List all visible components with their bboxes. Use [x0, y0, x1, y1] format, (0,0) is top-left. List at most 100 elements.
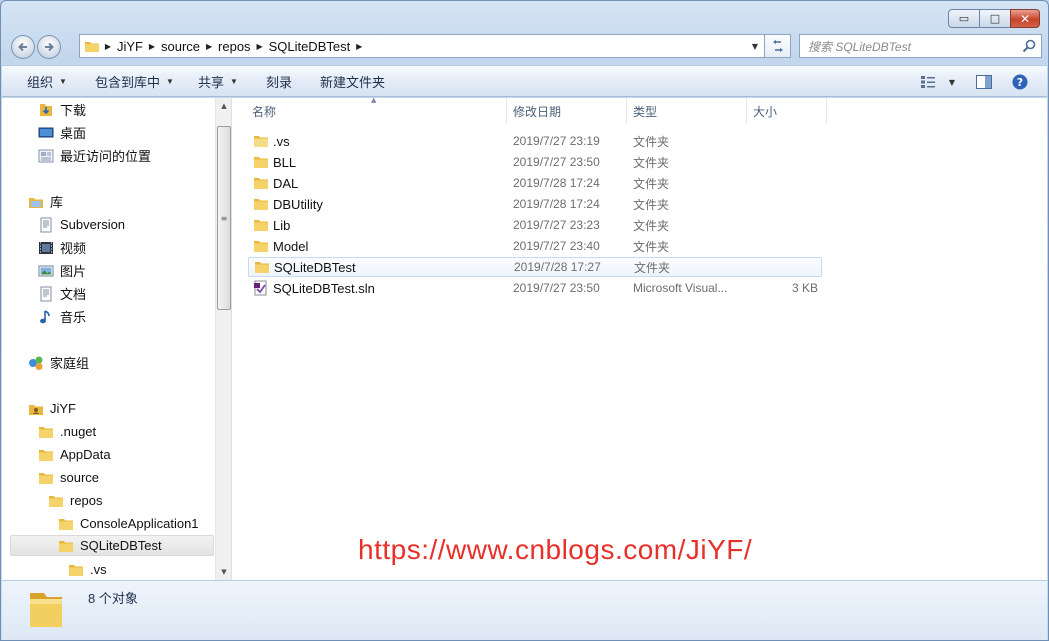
caption-buttons: ▭ □ ✕: [948, 9, 1040, 28]
breadcrumb-separator-icon[interactable]: ▶: [100, 42, 116, 51]
file-row[interactable]: BLL 2019/7/27 23:50 文件夹: [248, 152, 822, 172]
breadcrumb-separator-icon[interactable]: ▶: [144, 42, 160, 51]
file-row[interactable]: Model 2019/7/27 23:40 文件夹: [248, 236, 822, 256]
nav-item-label: ConsoleApplication1: [80, 516, 199, 531]
nav-item-libraries[interactable]: 库: [28, 191, 63, 212]
burn-label: 刻录: [266, 75, 293, 90]
nav-item-label: 库: [50, 195, 64, 210]
refresh-button[interactable]: [765, 34, 791, 58]
include-in-library-menu[interactable]: 包含到库中 ▼: [95, 66, 174, 97]
file-row[interactable]: DBUtility 2019/7/28 17:24 文件夹: [248, 194, 822, 214]
address-bar[interactable]: ▶ JiYF ▶ source ▶ repos ▶ SQLiteDBTest ▶…: [79, 34, 765, 58]
column-headers: ▲ 名称 修改日期 类型 大小: [233, 96, 833, 124]
nav-item-nuget[interactable]: .nuget: [38, 421, 96, 442]
file-type: 文件夹: [634, 260, 671, 275]
scroll-up-icon[interactable]: ▲: [216, 98, 231, 114]
scroll-down-icon[interactable]: ▼: [216, 564, 231, 580]
libraries-icon: [28, 194, 44, 210]
search-input[interactable]: 搜索 SQLiteDBTest: [808, 38, 1022, 55]
folder-icon: [253, 217, 269, 233]
folder-icon: [85, 42, 99, 52]
breadcrumb-separator-icon[interactable]: ▶: [252, 42, 268, 51]
maximize-button[interactable]: □: [979, 9, 1011, 28]
minimize-button[interactable]: ▭: [948, 9, 980, 28]
breadcrumb-item[interactable]: repos: [217, 39, 252, 54]
nav-pane-scrollbar[interactable]: ▲ ≡ ▼: [215, 98, 231, 580]
folder-icon: [30, 593, 62, 627]
details-pane: 8 个对象: [2, 580, 1047, 640]
file-row[interactable]: .vs 2019/7/27 23:19 文件夹: [248, 131, 822, 151]
nav-item-appdata[interactable]: AppData: [38, 444, 111, 465]
nav-item-source[interactable]: source: [38, 467, 99, 488]
share-menu[interactable]: 共享 ▼: [198, 66, 238, 97]
back-arrow-icon: [18, 42, 27, 52]
file-date: 2019/7/27 23:23: [513, 218, 600, 232]
change-view-button[interactable]: ▼: [918, 71, 958, 93]
nav-item-documents[interactable]: 文档: [38, 283, 86, 304]
folder-icon: [58, 516, 74, 532]
file-name: Model: [273, 238, 309, 254]
picture-library-icon: [38, 263, 54, 279]
back-button[interactable]: [11, 35, 35, 59]
column-header-date[interactable]: 修改日期: [507, 98, 627, 124]
nav-item-label: Subversion: [60, 217, 126, 232]
nav-item-homegroup[interactable]: 家庭组: [28, 352, 89, 373]
nav-item-user-jiyf[interactable]: JiYF: [28, 398, 76, 419]
nav-item-consoleapplication1[interactable]: ConsoleApplication1: [58, 513, 199, 534]
nav-item-sqlitedbtest[interactable]: SQLiteDBTest: [10, 535, 214, 556]
folder-icon: [253, 238, 269, 254]
breadcrumb-item[interactable]: JiYF: [116, 39, 144, 54]
column-header-name[interactable]: 名称: [246, 98, 507, 124]
nav-item-subversion[interactable]: Subversion: [38, 214, 125, 235]
user-folder-icon: [28, 401, 44, 417]
nav-item-label: 家庭组: [50, 356, 90, 371]
help-button[interactable]: ?: [1008, 71, 1032, 93]
scrollbar-thumb[interactable]: ≡: [217, 126, 231, 310]
nav-item-label: 视频: [60, 241, 87, 256]
column-header-type[interactable]: 类型: [627, 98, 747, 124]
nav-item-vs[interactable]: .vs: [68, 559, 107, 580]
file-type: 文件夹: [633, 176, 670, 191]
nav-item-downloads[interactable]: 下载: [38, 99, 86, 120]
file-row-selected[interactable]: SQLiteDBTest 2019/7/28 17:27 文件夹: [248, 257, 822, 277]
preview-pane-button[interactable]: [972, 71, 996, 93]
column-header-label: 名称: [252, 104, 277, 119]
file-date: 2019/7/27 23:50: [513, 281, 600, 295]
address-history-dropdown-icon[interactable]: ▼: [752, 42, 758, 51]
breadcrumb-separator-icon[interactable]: ▶: [351, 42, 367, 51]
nav-item-label: 桌面: [60, 126, 87, 141]
burn-button[interactable]: 刻录: [266, 66, 292, 97]
nav-item-pictures[interactable]: 图片: [38, 260, 86, 281]
breadcrumb-separator-icon[interactable]: ▶: [201, 42, 217, 51]
nav-item-recent-places[interactable]: 最近访问的位置: [38, 145, 151, 166]
breadcrumb-item[interactable]: SQLiteDBTest: [268, 39, 352, 54]
nav-item-label: AppData: [60, 447, 111, 462]
column-header-size[interactable]: 大小: [747, 98, 827, 124]
homegroup-icon: [28, 355, 44, 371]
desktop-icon: [38, 125, 54, 141]
forward-button[interactable]: [37, 35, 61, 59]
file-row[interactable]: Lib 2019/7/27 23:23 文件夹: [248, 215, 822, 235]
nav-item-music[interactable]: 音乐: [38, 306, 86, 327]
file-name: DBUtility: [273, 196, 323, 212]
nav-item-label: 最近访问的位置: [60, 149, 152, 164]
breadcrumb: ▶ JiYF ▶ source ▶ repos ▶ SQLiteDBTest ▶: [100, 39, 367, 54]
breadcrumb-item[interactable]: source: [160, 39, 201, 54]
file-name: SQLiteDBTest.sln: [273, 280, 375, 296]
organize-menu[interactable]: 组织 ▼: [27, 66, 67, 97]
close-button[interactable]: ✕: [1010, 9, 1040, 28]
file-row[interactable]: DAL 2019/7/28 17:24 文件夹: [248, 173, 822, 193]
nav-item-repos[interactable]: repos: [48, 490, 103, 511]
include-in-library-label: 包含到库中: [95, 75, 161, 90]
nav-item-desktop[interactable]: 桌面: [38, 122, 86, 143]
file-row[interactable]: SQLiteDBTest.sln 2019/7/27 23:50 Microso…: [248, 278, 822, 298]
history-buttons: [11, 34, 67, 60]
file-date: 2019/7/27 23:40: [513, 239, 600, 253]
nav-item-videos[interactable]: 视频: [38, 237, 86, 258]
folder-icon: [253, 133, 269, 149]
folder-icon: [253, 154, 269, 170]
search-box[interactable]: 搜索 SQLiteDBTest: [799, 34, 1042, 58]
search-icon[interactable]: [1022, 39, 1036, 53]
recent-places-icon: [38, 148, 54, 164]
new-folder-button[interactable]: 新建文件夹: [320, 66, 385, 97]
